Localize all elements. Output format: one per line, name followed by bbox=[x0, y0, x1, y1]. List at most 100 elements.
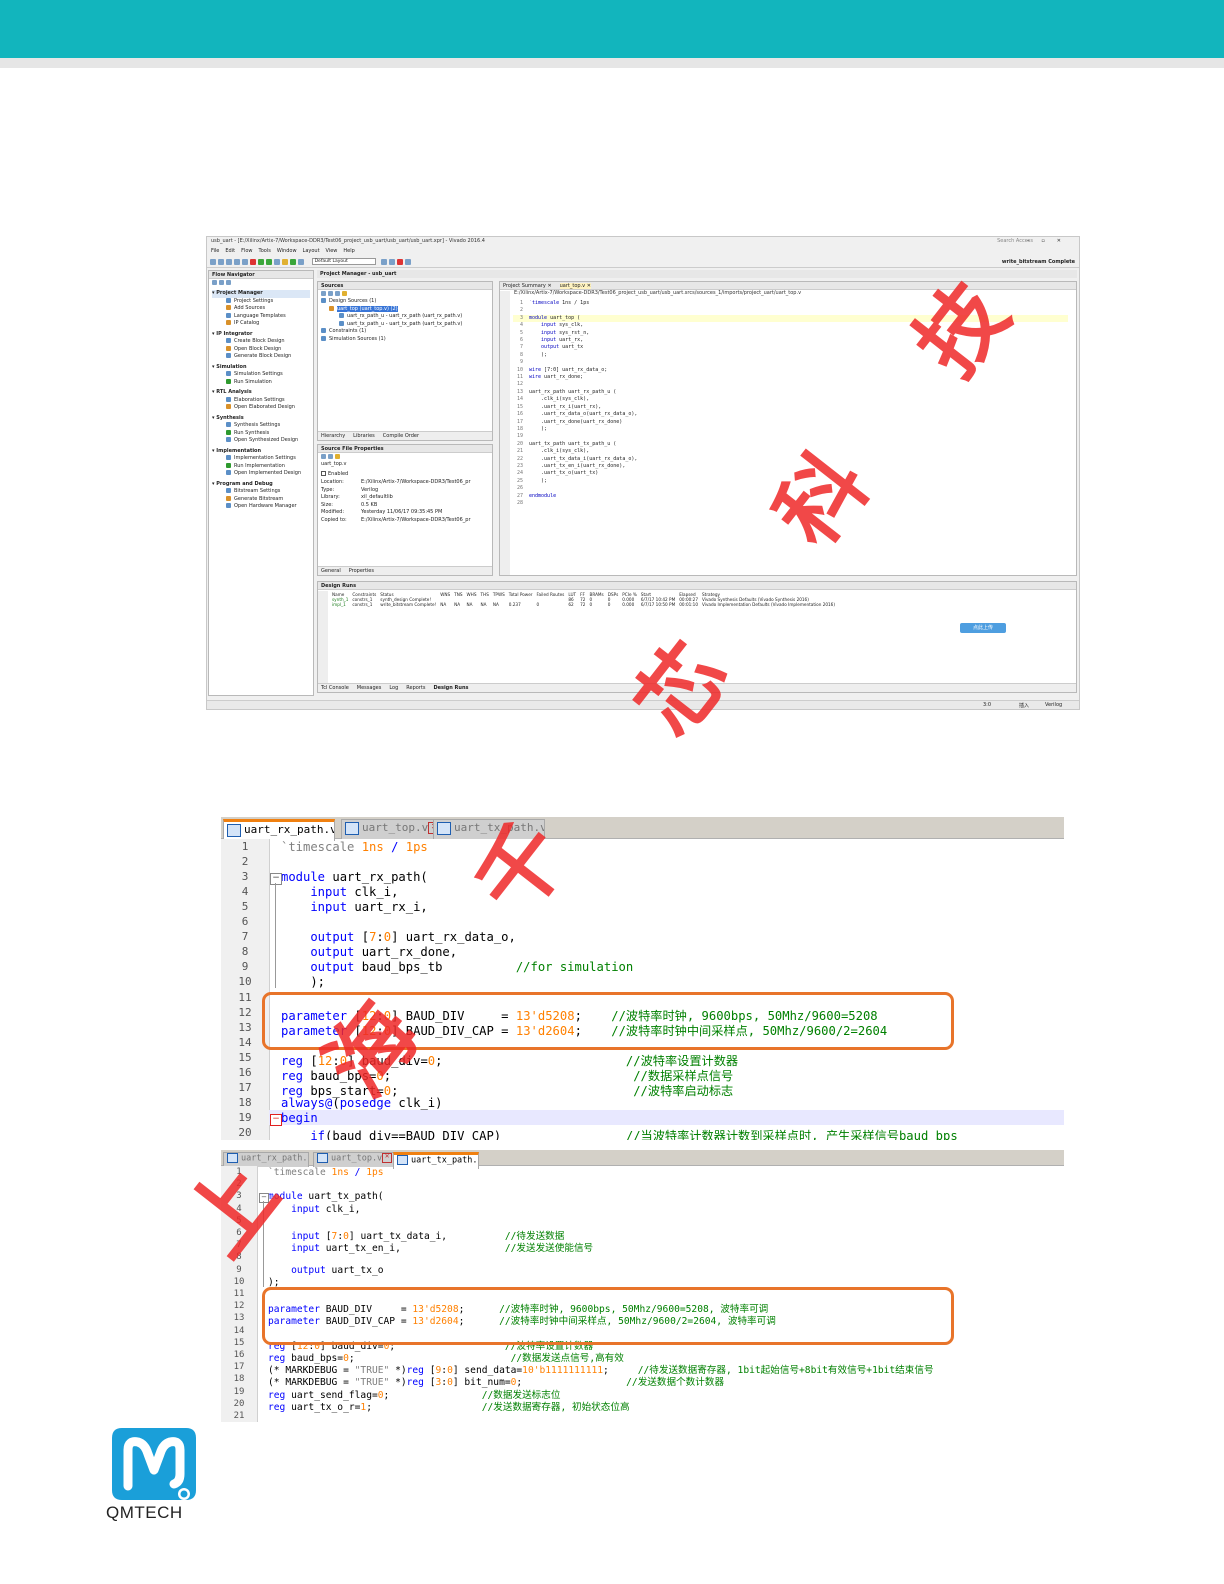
tab-tcl-console[interactable]: Tcl Console bbox=[321, 685, 349, 691]
editor-tab-uart-top[interactable]: uart_top.v ✕ bbox=[559, 283, 591, 289]
tab-general[interactable]: General bbox=[321, 568, 341, 574]
back-icon[interactable] bbox=[321, 454, 326, 459]
source-tree-item[interactable]: uart_rx_path_u - uart_rx_path (uart_rx_p… bbox=[321, 313, 489, 321]
paste-icon[interactable] bbox=[242, 258, 248, 265]
menu-item-layout[interactable]: Layout bbox=[303, 248, 320, 254]
delete-icon[interactable] bbox=[250, 258, 256, 265]
collapse-icon[interactable] bbox=[328, 291, 333, 296]
source-tree-item[interactable]: Constraints (1) bbox=[321, 328, 489, 336]
tab-hierarchy[interactable]: Hierarchy bbox=[321, 433, 345, 439]
expand-icon[interactable] bbox=[335, 291, 340, 296]
source-tree-item[interactable]: Design Sources (1) bbox=[321, 298, 489, 306]
open-icon[interactable] bbox=[218, 258, 224, 265]
chip-icon[interactable] bbox=[298, 258, 304, 265]
new-icon[interactable] bbox=[210, 258, 216, 265]
enabled-checkbox[interactable] bbox=[321, 471, 326, 476]
line-number: 8 bbox=[236, 1252, 242, 1263]
fold-toggle-icon[interactable]: − bbox=[270, 1113, 282, 1126]
flow-item-open-hardware-manager[interactable]: Open Hardware Manager bbox=[212, 503, 310, 511]
save-icon[interactable] bbox=[226, 258, 232, 265]
flow-item-generate-block-design[interactable]: Generate Block Design bbox=[212, 353, 310, 361]
fold-toggle-icon[interactable]: − bbox=[259, 1193, 269, 1204]
sigma-icon[interactable] bbox=[290, 258, 296, 265]
menu-item-window[interactable]: Window bbox=[277, 248, 297, 254]
window-controls[interactable]: –▫✕ bbox=[1027, 238, 1073, 244]
flow-item-open-elaborated-design[interactable]: Open Elaborated Design bbox=[212, 404, 310, 412]
edit-icon[interactable] bbox=[335, 454, 340, 459]
source-tree-item[interactable]: Simulation Sources (1) bbox=[321, 335, 489, 344]
editor-tab-project-summary[interactable]: Project Summary ✕ bbox=[503, 283, 552, 289]
flow-item-run-simulation[interactable]: Run Simulation bbox=[212, 378, 310, 387]
flow-section-project-manager[interactable]: ▾ Project Manager bbox=[212, 290, 310, 298]
flow-item-bitstream-settings[interactable]: Bitstream Settings bbox=[212, 488, 310, 496]
flow-section-implementation[interactable]: ▾ Implementation bbox=[212, 448, 310, 456]
menu-item-file[interactable]: File bbox=[211, 248, 219, 254]
run-icon[interactable] bbox=[258, 258, 264, 265]
file-tab-uart-tx-path[interactable]: uart_tx_path.v✕ bbox=[393, 1152, 479, 1169]
task-icon bbox=[226, 488, 231, 493]
source-tree-item[interactable]: uart_tx_path_u - uart_tx_path (uart_tx_p… bbox=[321, 320, 489, 329]
flow-section-rtl-analysis[interactable]: ▾ RTL Analysis bbox=[212, 389, 310, 397]
file-tab-uart-rx-path[interactable]: uart_rx_path.v✕ bbox=[223, 1152, 309, 1167]
pin-icon[interactable] bbox=[381, 258, 388, 265]
flow-section-synthesis[interactable]: ▾ Synthesis bbox=[212, 415, 310, 423]
tab-reports[interactable]: Reports bbox=[406, 685, 425, 691]
cross-probe-icon[interactable] bbox=[389, 258, 396, 265]
upload-button[interactable]: 点此上传 bbox=[960, 623, 1006, 633]
flow-item-synthesis-settings[interactable]: Synthesis Settings bbox=[212, 422, 310, 430]
menu-item-flow[interactable]: Flow bbox=[241, 248, 252, 254]
flow-item-elaboration-settings[interactable]: Elaboration Settings bbox=[212, 396, 310, 405]
forward-icon[interactable] bbox=[328, 454, 333, 459]
file-tab-uart-top[interactable]: uart_top.v✕ bbox=[313, 1152, 399, 1167]
tab-libraries[interactable]: Libraries bbox=[353, 433, 375, 439]
flow-item-open-implemented-design[interactable]: Open Implemented Design bbox=[212, 470, 310, 478]
menu-item-view[interactable]: View bbox=[326, 248, 338, 254]
add-source-icon[interactable] bbox=[342, 291, 347, 296]
expand-icon[interactable] bbox=[226, 280, 231, 285]
flow-section-ip-integrator[interactable]: ▾ IP Integrator bbox=[212, 331, 310, 339]
flow-item-ip-catalog[interactable]: IP Catalog bbox=[212, 320, 310, 328]
copy-icon[interactable] bbox=[234, 258, 240, 265]
flow-item-project-settings[interactable]: Project Settings bbox=[212, 297, 310, 306]
cancel-icon[interactable] bbox=[397, 258, 404, 265]
file-tab-uart-tx-path[interactable]: uart_tx_path.v✕ bbox=[433, 819, 545, 839]
tab-properties[interactable]: Properties bbox=[349, 568, 374, 574]
layout-select[interactable]: Default Layout bbox=[311, 258, 376, 265]
flow-item-open-synthesized-design[interactable]: Open Synthesized Design bbox=[212, 437, 310, 445]
flow-item-open-block-design[interactable]: Open Block Design bbox=[212, 345, 310, 354]
flow-item-simulation-settings[interactable]: Simulation Settings bbox=[212, 371, 310, 379]
flow-item-label: Add Sources bbox=[234, 305, 266, 311]
close-icon[interactable]: ✕ bbox=[382, 1153, 393, 1163]
flow-item-label: Bitstream Settings bbox=[234, 488, 281, 494]
flow-item-language-templates[interactable]: Language Templates bbox=[212, 312, 310, 321]
file-tab-uart-rx-path[interactable]: uart_rx_path.v✕ bbox=[223, 819, 335, 841]
source-tree-item[interactable]: uart_top (uart_top.v) (2) bbox=[321, 305, 489, 314]
flow-item-add-sources[interactable]: Add Sources bbox=[212, 305, 310, 313]
fold-toggle-icon[interactable]: − bbox=[270, 873, 282, 886]
tab-log[interactable]: Log bbox=[389, 685, 398, 691]
flow-section-simulation[interactable]: ▾ Simulation bbox=[212, 364, 310, 372]
search-icon[interactable] bbox=[212, 280, 217, 285]
tab-design-runs[interactable]: Design Runs bbox=[433, 685, 468, 691]
flow-section-program-and-debug[interactable]: ▾ Program and Debug bbox=[212, 481, 310, 489]
tab-compile-order[interactable]: Compile Order bbox=[383, 433, 419, 439]
menu-item-help[interactable]: Help bbox=[343, 248, 354, 254]
line-number: 24 bbox=[516, 470, 523, 477]
menu-item-tools[interactable]: Tools bbox=[258, 248, 270, 254]
collapse-icon[interactable] bbox=[219, 280, 224, 285]
line-number: 13 bbox=[233, 1313, 245, 1324]
run-all-icon[interactable] bbox=[266, 258, 272, 265]
refresh-icon[interactable] bbox=[274, 258, 280, 265]
flow-item-implementation-settings[interactable]: Implementation Settings bbox=[212, 455, 310, 463]
settings-icon[interactable] bbox=[282, 258, 288, 265]
search-icon[interactable] bbox=[321, 291, 326, 296]
help-icon[interactable] bbox=[405, 258, 412, 265]
flow-item-run-implementation[interactable]: Run Implementation bbox=[212, 462, 310, 471]
flow-item-create-block-design[interactable]: Create Block Design bbox=[212, 338, 310, 346]
menu-item-edit[interactable]: Edit bbox=[225, 248, 235, 254]
flow-item-run-synthesis[interactable]: Run Synthesis bbox=[212, 429, 310, 438]
flow-item-generate-bitstream[interactable]: Generate Bitstream bbox=[212, 495, 310, 504]
code-text: .uart_tx_o(uart_tx) bbox=[529, 470, 599, 477]
tab-messages[interactable]: Messages bbox=[357, 685, 382, 691]
runs-row[interactable]: impl_1 constrs_1 write_bitstream Complete!… bbox=[330, 602, 837, 607]
